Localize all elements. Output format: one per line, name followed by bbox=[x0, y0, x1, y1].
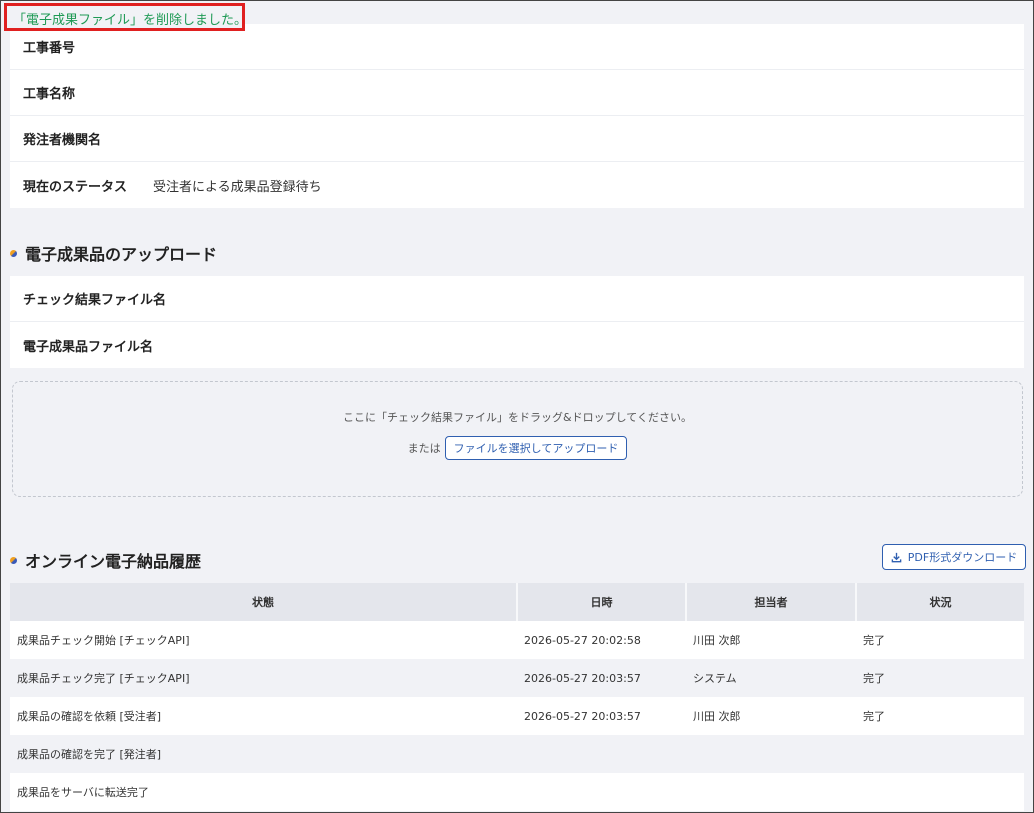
history-section-title: オンライン電子納品履歴 bbox=[10, 548, 201, 572]
info-label: 工事番号 bbox=[23, 41, 76, 56]
info-row-current-status: 現在のステータス 受注者による成果品登録待ち bbox=[10, 162, 1024, 208]
cell-state: 完了 bbox=[856, 697, 1024, 735]
column-header-state: 状況 bbox=[856, 583, 1024, 621]
cell-datetime: 2026-05-27 20:03:57 bbox=[517, 697, 686, 735]
cell-datetime: 2026-05-27 20:03:57 bbox=[517, 659, 686, 697]
cell-person: 川田 次郎 bbox=[686, 621, 856, 659]
select-file-upload-button[interactable]: ファイルを選択してアップロード bbox=[444, 436, 628, 460]
cell-datetime: 2026-05-27 20:02:58 bbox=[517, 621, 686, 659]
table-row: 成果品の確認を依頼 [受注者] 2026-05-27 20:03:57 川田 次… bbox=[10, 697, 1024, 735]
cell-person bbox=[686, 735, 856, 773]
cell-status: 成果品チェック完了 [チェックAPI] bbox=[10, 659, 517, 697]
dropzone-or-text: または bbox=[407, 442, 441, 455]
column-header-person: 担当者 bbox=[686, 583, 857, 621]
info-label: 発注者機関名 bbox=[23, 133, 102, 148]
upload-section-title-text: 電子成果品のアップロード bbox=[25, 245, 218, 264]
table-row: 成果品チェック開始 [チェックAPI] 2026-05-27 20:02:58 … bbox=[10, 621, 1024, 659]
cell-datetime bbox=[517, 773, 686, 811]
cell-status: 成果品をサーバに転送完了 bbox=[10, 773, 517, 811]
info-row-check-result-file: チェック結果ファイル名 bbox=[10, 276, 1024, 322]
cell-state: 完了 bbox=[856, 659, 1024, 697]
pdf-download-button[interactable]: PDF形式ダウンロード bbox=[882, 544, 1026, 570]
dropzone-instruction: ここに「チェック結果ファイル」をドラッグ&ドロップしてください。 bbox=[343, 411, 692, 424]
info-row-deliverable-file: 電子成果品ファイル名 bbox=[10, 322, 1024, 368]
upload-info-panel: チェック結果ファイル名 電子成果品ファイル名 bbox=[10, 276, 1024, 368]
table-header-row: 状態 日時 担当者 状況 bbox=[10, 583, 1024, 621]
cell-state bbox=[856, 735, 1024, 773]
upload-section-title: 電子成果品のアップロード bbox=[10, 241, 217, 265]
table-row: 成果品をサーバに転送完了 bbox=[10, 773, 1024, 811]
cell-person bbox=[686, 773, 856, 811]
cell-status: 成果品の確認を完了 [発注者] bbox=[10, 735, 517, 773]
cell-status: 成果品の確認を依頼 [受注者] bbox=[10, 697, 517, 735]
status-value: 受注者による成果品登録待ち bbox=[153, 179, 322, 195]
cell-datetime bbox=[517, 735, 686, 773]
dropzone-actions: または ファイルを選択してアップロード bbox=[13, 436, 1022, 460]
cell-state: 完了 bbox=[856, 621, 1024, 659]
bullet-dot-icon bbox=[10, 556, 17, 564]
info-label: 工事名称 bbox=[23, 87, 76, 102]
download-icon bbox=[891, 552, 902, 563]
info-row-client-agency: 発注者機関名 bbox=[10, 116, 1024, 162]
info-label: チェック結果ファイル名 bbox=[23, 293, 167, 308]
delivery-history-table: 状態 日時 担当者 状況 成果品チェック開始 [チェックAPI] 2026-05… bbox=[10, 583, 1024, 811]
file-dropzone[interactable]: ここに「チェック結果ファイル」をドラッグ&ドロップしてください。 または ファイ… bbox=[12, 381, 1023, 497]
column-header-datetime: 日時 bbox=[517, 583, 687, 621]
column-header-status: 状態 bbox=[10, 583, 518, 621]
info-row-project-name: 工事名称 bbox=[10, 70, 1024, 116]
cell-person: 川田 次郎 bbox=[686, 697, 856, 735]
pdf-download-label: PDF形式ダウンロード bbox=[907, 551, 1018, 564]
bullet-dot-icon bbox=[10, 249, 17, 257]
cell-status: 成果品チェック開始 [チェックAPI] bbox=[10, 621, 517, 659]
cell-person: システム bbox=[686, 659, 856, 697]
flash-message: 「電子成果ファイル」を削除しました。 bbox=[4, 3, 247, 31]
info-label: 電子成果品ファイル名 bbox=[23, 339, 154, 355]
info-label: 現在のステータス bbox=[23, 179, 128, 195]
table-row: 成果品チェック完了 [チェックAPI] 2026-05-27 20:03:57 … bbox=[10, 659, 1024, 697]
project-info-panel: 工事番号 工事名称 発注者機関名 現在のステータス 受注者による成果品登録待ち bbox=[10, 24, 1024, 208]
history-section-title-text: オンライン電子納品履歴 bbox=[25, 552, 202, 571]
table-row: 成果品の確認を完了 [発注者] bbox=[10, 735, 1024, 773]
cell-state bbox=[856, 773, 1024, 811]
